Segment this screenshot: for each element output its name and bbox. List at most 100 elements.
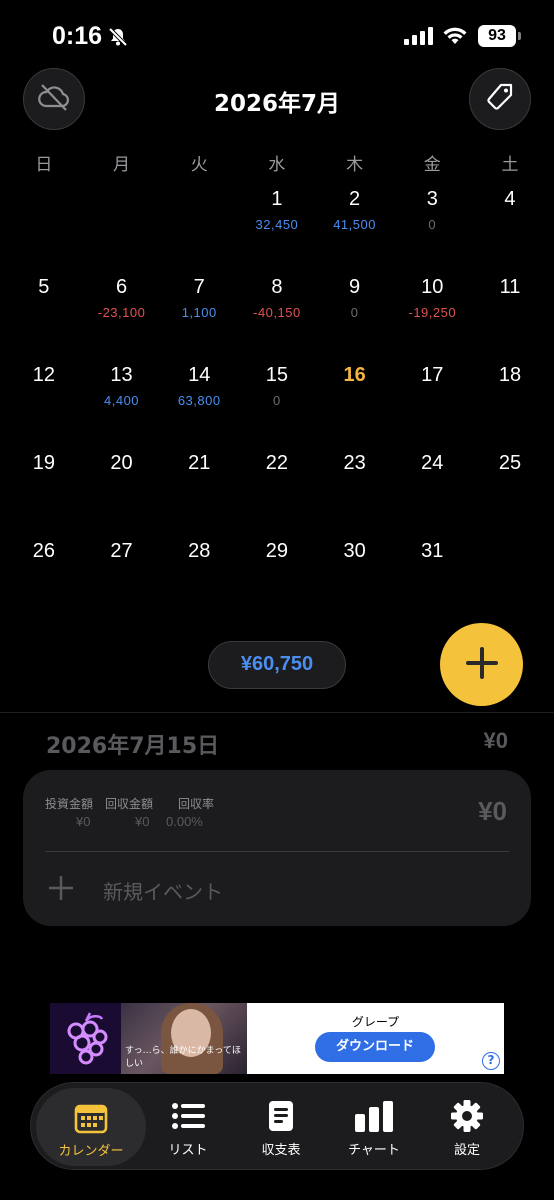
ad-banner[interactable]: すっ…ら、誰かにかまってほしい グレープ ダウンロード ? [50, 1003, 504, 1074]
tab-list[interactable]: リスト [141, 1083, 235, 1171]
tab-label: 設定 [453, 1143, 480, 1158]
day-number: 30 [343, 540, 366, 562]
day-number: 24 [421, 452, 444, 474]
tab-calendar[interactable]: カレンダー [36, 1088, 146, 1166]
ad-photo: すっ…ら、誰かにかまってほしい [121, 1003, 247, 1074]
calendar-day[interactable]: 11 [471, 266, 549, 354]
weekday-label: 土 [501, 155, 519, 175]
day-number: 26 [32, 540, 55, 562]
day-amount: -19,250 [408, 305, 457, 320]
calendar-grid: 1 32,450 2 41,500 3 0 4 5 6 -23,100 7 1,100 8 -40,150… [5, 178, 549, 618]
bell-muted-icon [108, 27, 128, 51]
calendar-day[interactable]: 12 [5, 354, 83, 442]
calendar-day[interactable]: 18 [471, 354, 549, 442]
month-total-pill[interactable]: ¥60,750 [208, 641, 346, 689]
calendar-day[interactable]: 15 0 [238, 354, 316, 442]
ad-caption: すっ…ら、誰かにかまってほしい [125, 1046, 241, 1069]
calendar-day[interactable]: 8 -40,150 [238, 266, 316, 354]
calendar-icon [36, 1101, 146, 1135]
calendar-day[interactable]: 5 [5, 266, 83, 354]
calendar-day[interactable]: 2 41,500 [316, 178, 394, 266]
day-number: 8 [271, 276, 283, 298]
day-number: 31 [421, 540, 444, 562]
calendar-day[interactable]: 14 63,800 [160, 354, 238, 442]
battery-indicator: 93 [478, 25, 516, 47]
weekday-header: 日月火水木金土 [5, 150, 549, 175]
new-event-button[interactable]: 新規イベント [47, 868, 223, 912]
calendar-day[interactable]: 22 [238, 442, 316, 530]
tab-label: 収支表 [261, 1143, 301, 1158]
day-number: 4 [504, 188, 516, 210]
calendar-day[interactable]: 13 4,400 [83, 354, 161, 442]
ad-download-button[interactable]: ダウンロード [315, 1032, 435, 1062]
calendar-day[interactable]: 90 [316, 266, 394, 354]
tab-bar: カレンダー リスト 収支表 チャート 設定 [30, 1082, 524, 1170]
weekday-label: 火 [190, 155, 208, 175]
calendar-day[interactable]: 10 -19,250 [393, 266, 471, 354]
card-total: ¥0 [478, 796, 507, 826]
day-number: 25 [498, 452, 522, 474]
calendar-day[interactable]: 27 [83, 530, 161, 618]
calendar-day[interactable]: 25 [471, 442, 549, 530]
calendar-day[interactable]: 28 [160, 530, 238, 618]
calendar-day[interactable]: 29 [238, 530, 316, 618]
calendar-day[interactable]: 31 [393, 530, 471, 618]
wifi-icon [442, 24, 468, 50]
calendar-day[interactable]: 20 [83, 442, 161, 530]
rate-label: 回収率 [178, 797, 215, 811]
calendar-day[interactable]: 26 [5, 530, 83, 618]
day-amount: 4,400 [104, 393, 140, 408]
invest-label: 投資金額 [45, 797, 94, 811]
day-amount: 0 [350, 305, 359, 320]
day-number: 10 [421, 276, 444, 298]
calendar-day[interactable]: 4 [471, 178, 549, 266]
tab-label: リスト [168, 1143, 208, 1158]
day-number: 27 [110, 540, 133, 562]
gear-icon [420, 1099, 514, 1133]
document-icon [234, 1099, 328, 1133]
battery-tip [518, 32, 521, 40]
day-number: 29 [265, 540, 289, 562]
invest-value: ¥0 [76, 814, 91, 829]
calendar-day[interactable]: 23 [316, 442, 394, 530]
selected-date-title: 2026年7月15日 [46, 734, 220, 759]
tag-icon [484, 81, 516, 117]
calendar-day[interactable]: 24 [393, 442, 471, 530]
weekday-label: 月 [113, 155, 131, 175]
calendar-day[interactable]: 30 [393, 178, 471, 266]
cellular-signal-icon [404, 27, 434, 49]
tab-settings[interactable]: 設定 [420, 1083, 514, 1171]
section-divider [0, 712, 554, 713]
day-number: 16 [343, 364, 366, 386]
status-time: 0:16 [52, 22, 103, 50]
day-number: 3 [426, 188, 438, 210]
calendar-day[interactable]: 21 [160, 442, 238, 530]
day-number: 15 [265, 364, 289, 386]
day-amount: -23,100 [97, 305, 146, 320]
calendar-day[interactable]: 19 [5, 442, 83, 530]
tab-balance-sheet[interactable]: 収支表 [234, 1083, 328, 1171]
calendar-day[interactable]: 6 -23,100 [83, 266, 161, 354]
rate-value: 0.00% [166, 814, 203, 829]
weekday-label: 水 [268, 155, 286, 175]
calendar-empty-cell [5, 178, 83, 266]
day-amount: 0 [273, 393, 281, 408]
calendar-day[interactable]: 30 [316, 530, 394, 618]
day-number: 13 [110, 364, 133, 386]
day-amount: -40,150 [253, 305, 301, 320]
day-number: 5 [38, 276, 50, 298]
plus-icon [464, 645, 500, 685]
ad-info-icon[interactable]: ? [482, 1052, 500, 1070]
calendar-day[interactable]: 7 1,100 [160, 266, 238, 354]
calendar-day[interactable]: 17 [393, 354, 471, 442]
calendar-day[interactable]: 16 [316, 354, 394, 442]
tab-chart[interactable]: チャート [327, 1083, 421, 1171]
tag-button[interactable] [469, 68, 531, 130]
day-number: 20 [110, 452, 133, 474]
weekday-label: 木 [346, 155, 364, 175]
day-number: 9 [349, 276, 361, 298]
calendar-day[interactable]: 1 32,450 [238, 178, 316, 266]
calendar-empty-cell [83, 178, 161, 266]
recover-label: 回収金額 [105, 797, 154, 811]
add-event-button[interactable] [440, 623, 523, 706]
